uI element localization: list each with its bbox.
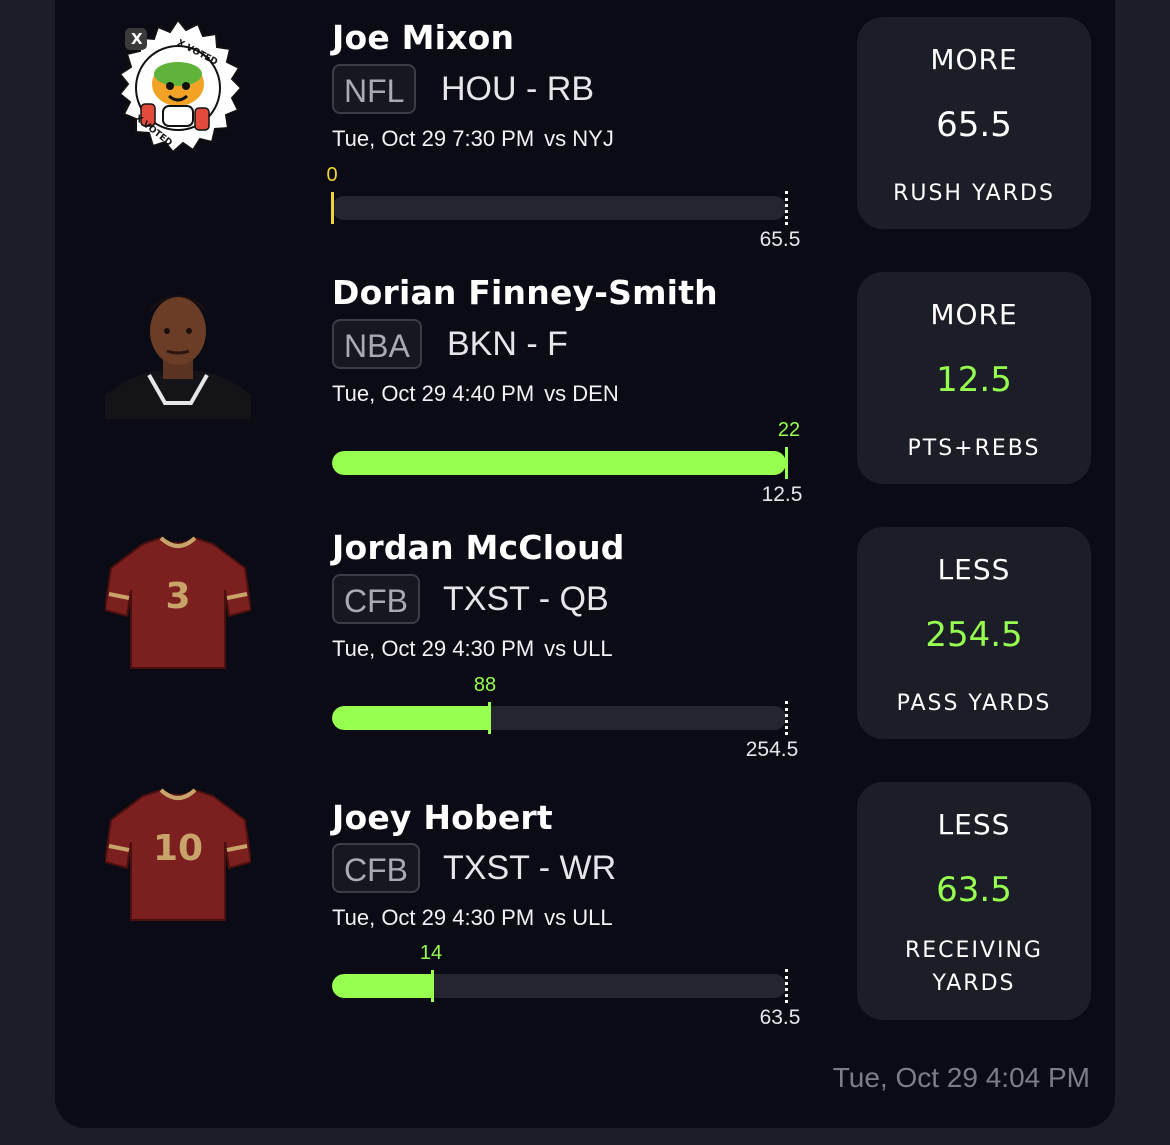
- submitted-timestamp: Tue, Oct 29 4:04 PM: [832, 1062, 1090, 1093]
- pick-stat-line2: YARDS: [932, 971, 1016, 996]
- opponent: vs ULL: [544, 636, 613, 661]
- line-value-label: 65.5: [759, 228, 801, 251]
- pick-line: 65.5: [936, 105, 1012, 145]
- pick-stat-line1: RECEIVING: [905, 938, 1043, 963]
- current-value-label: 0: [326, 164, 338, 186]
- game-date: Tue, Oct 29 4:30 PM: [332, 636, 535, 661]
- pick-card[interactable]: LESS 254.5 PASS YARDS: [857, 527, 1091, 739]
- line-value-label: 254.5: [745, 738, 799, 761]
- progress-marker: [331, 192, 334, 224]
- pick-stat: RUSH YARDS: [893, 181, 1055, 206]
- pick-stat: PASS YARDS: [896, 691, 1052, 716]
- player-name: Joey Hobert: [332, 798, 553, 837]
- progress-fill: [332, 974, 432, 998]
- x-voted-badge-icon: X X VOTED X VOTED: [105, 18, 251, 164]
- pick-card[interactable]: MORE 12.5 PTS+REBS: [857, 272, 1091, 484]
- opponent: vs DEN: [544, 381, 619, 406]
- player-name: Joe Mixon: [332, 18, 515, 57]
- player-name: Dorian Finney-Smith: [332, 273, 718, 312]
- team-position: HOU - RB: [441, 70, 594, 108]
- game-time: Tue, Oct 29 4:40 PM vs DEN: [332, 381, 619, 407]
- pick-line: 12.5: [936, 360, 1012, 400]
- line-marker: [785, 191, 788, 225]
- pick-direction: LESS: [937, 553, 1011, 586]
- game-time: Tue, Oct 29 4:30 PM vs ULL: [332, 905, 613, 931]
- team-position: TXST - WR: [443, 849, 617, 887]
- pick-card[interactable]: MORE 65.5 RUSH YARDS: [857, 17, 1091, 229]
- line-marker: [785, 701, 788, 735]
- opponent: vs NYJ: [544, 126, 614, 151]
- jersey-icon: 10: [103, 780, 253, 926]
- player-photo-icon: [105, 273, 251, 419]
- progress-marker: [785, 447, 788, 479]
- progress-track: [332, 451, 786, 475]
- game-time: Tue, Oct 29 4:30 PM vs ULL: [332, 636, 613, 662]
- progress-track: [332, 974, 786, 998]
- pick-direction: MORE: [930, 43, 1018, 76]
- pick-card[interactable]: LESS 63.5 RECEIVING YARDS: [857, 782, 1091, 1020]
- pick-stat: RECEIVING YARDS: [857, 934, 1091, 1000]
- league-badge: CFB: [332, 843, 420, 893]
- current-value-label: 14: [419, 942, 443, 964]
- progress-marker: [488, 702, 491, 734]
- team-position: TXST - QB: [443, 580, 609, 618]
- line-value-label: 63.5: [759, 1006, 801, 1029]
- line-value-label: 12.5: [761, 483, 803, 506]
- game-date: Tue, Oct 29 4:40 PM: [332, 381, 535, 406]
- game-time: Tue, Oct 29 7:30 PM vs NYJ: [332, 126, 614, 152]
- player-name: Jordan McCloud: [332, 528, 625, 567]
- pick-direction: LESS: [937, 808, 1011, 841]
- progress-fill: [332, 451, 786, 475]
- jersey-number: 3: [165, 576, 191, 617]
- pick-line: 254.5: [925, 615, 1023, 655]
- badge-logo: X: [131, 30, 143, 48]
- progress-marker: [431, 970, 434, 1002]
- jersey-icon: 3: [103, 528, 253, 674]
- league-badge: CFB: [332, 574, 420, 624]
- line-marker: [785, 969, 788, 1003]
- league-badge: NFL: [332, 64, 417, 114]
- progress-track: [332, 706, 786, 730]
- progress-fill: [332, 706, 489, 730]
- game-date: Tue, Oct 29 4:30 PM: [332, 905, 535, 930]
- pick-stat: PTS+REBS: [907, 436, 1041, 461]
- jersey-number: 10: [152, 828, 204, 869]
- current-value-label: 88: [473, 674, 497, 696]
- game-date: Tue, Oct 29 7:30 PM: [332, 126, 535, 151]
- league-badge: NBA: [332, 319, 422, 369]
- pick-direction: MORE: [930, 298, 1018, 331]
- pick-line: 63.5: [936, 870, 1012, 910]
- progress-track: [332, 196, 786, 220]
- opponent: vs ULL: [544, 905, 613, 930]
- current-value-label: 22: [777, 419, 801, 441]
- team-position: BKN - F: [447, 325, 568, 363]
